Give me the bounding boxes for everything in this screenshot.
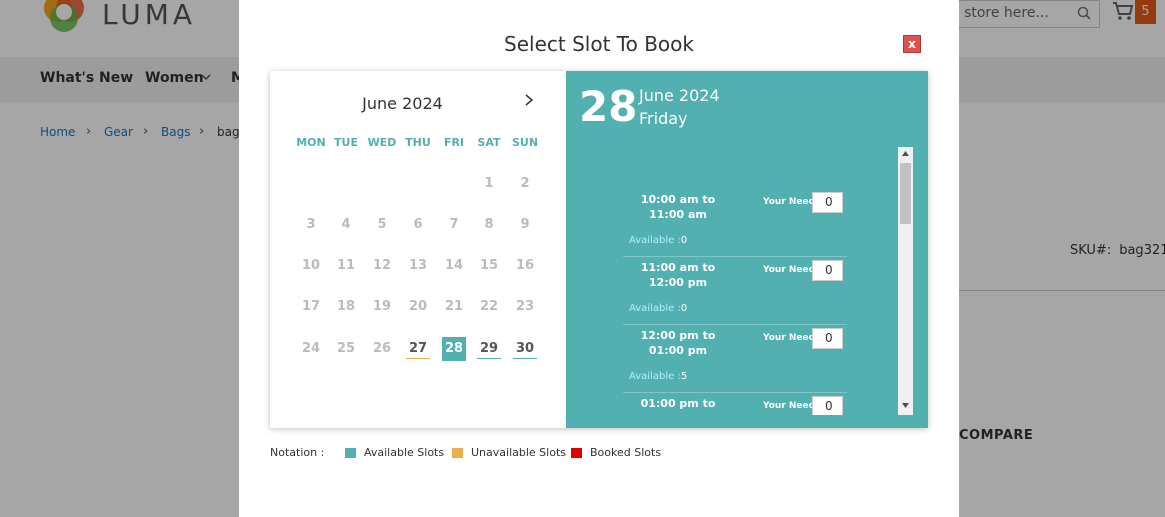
need-quantity-input[interactable]: 0 — [812, 260, 843, 281]
time-slot: 10:00 am to 11:00 am Your Need 0 Available :… — [623, 189, 847, 257]
slot-time-start: 12:00 pm to — [640, 329, 716, 342]
slot-availability: Available :0 — [629, 235, 687, 246]
weekday-label: WED — [367, 136, 397, 149]
slot-booking-modal: Select Slot To Book x June 2024 MON TUE WE… — [239, 0, 959, 517]
weekday-label: SAT — [477, 136, 501, 149]
scroll-down-arrow-icon[interactable] — [902, 403, 909, 408]
weekday-label: THU — [405, 136, 431, 149]
need-quantity-input[interactable]: 0 — [812, 328, 843, 349]
calendar-day[interactable]: 29 — [477, 337, 501, 359]
weekday-label: MON — [296, 136, 326, 149]
legend-swatch — [452, 448, 463, 458]
calendar-day: 22 — [479, 299, 499, 314]
weekday-label: SUN — [511, 136, 539, 149]
calendar-day: 12 — [372, 258, 392, 273]
calendar-day: 21 — [444, 299, 464, 314]
your-need-label: Your Need — [763, 333, 816, 343]
slot-list: 10:00 am to 11:00 am Your Need 0 Available :… — [566, 147, 896, 415]
calendar-day: 10 — [301, 258, 321, 273]
slot-time-start: 01:00 pm to — [640, 397, 716, 410]
available-count: 0 — [680, 235, 688, 246]
calendar-day: 9 — [520, 217, 530, 232]
slot-time-end: 12:00 pm — [648, 276, 708, 289]
legend-label: Available Slots — [364, 446, 445, 459]
calendar-day: 1 — [484, 176, 494, 191]
calendar-day: 20 — [408, 299, 428, 314]
weekday-label: TUE — [334, 136, 358, 149]
your-need-label: Your Need — [763, 197, 816, 207]
calendar-day: 5 — [377, 217, 387, 232]
calendar-day[interactable]: 28 — [442, 337, 466, 361]
need-quantity-input[interactable]: 0 — [812, 192, 843, 213]
available-count: 5 — [680, 371, 688, 382]
notation-label: Notation : — [270, 446, 325, 459]
scroll-up-arrow-icon[interactable] — [902, 151, 909, 156]
slot-time-start: 10:00 am to — [640, 193, 716, 206]
slot-time: 12:00 pm to 01:00 pm — [623, 328, 733, 358]
weekday-label: FRI — [443, 136, 465, 149]
selected-weekday: Friday — [639, 109, 688, 128]
calendar-day: 23 — [515, 299, 535, 314]
available-label: Available : — [629, 371, 681, 382]
calendar-day: 11 — [336, 258, 356, 273]
slot-availability: Available :0 — [629, 303, 687, 314]
calendar-day: 18 — [336, 299, 356, 314]
calendar-day[interactable]: 27 — [406, 337, 430, 359]
legend-swatch — [345, 448, 356, 458]
slot-panel: 28 June 2024 Friday 10:00 am to 11:00 am Y… — [566, 71, 928, 428]
available-label: Available : — [629, 235, 681, 246]
calendar-month-label: June 2024 — [362, 94, 443, 113]
available-label: Available : — [629, 303, 681, 314]
calendar-day: 6 — [413, 217, 423, 232]
slot-list-scrollbar[interactable] — [898, 147, 913, 415]
chevron-right-icon[interactable] — [522, 93, 536, 107]
calendar: June 2024 MON TUE WED THU FRI SAT SUN 12345678… — [270, 71, 566, 428]
calendar-day: 26 — [372, 341, 392, 356]
calendar-day: 24 — [301, 341, 321, 356]
slot-time-end: 11:00 am — [649, 208, 707, 221]
calendar-day: 2 — [520, 176, 530, 191]
legend-swatch — [571, 448, 582, 458]
your-need-label: Your Need — [763, 401, 816, 411]
selected-day-number: 28 — [579, 82, 638, 131]
calendar-day: 15 — [479, 258, 499, 273]
time-slot: 11:00 am to 12:00 pm Your Need 0 Available :… — [623, 257, 847, 325]
need-quantity-input[interactable]: 0 — [812, 396, 843, 415]
legend-label: Booked Slots — [590, 446, 662, 459]
slot-availability: Available :5 — [629, 371, 687, 382]
time-slot: 01:00 pm to Your Need 0 — [623, 393, 847, 415]
legend-label: Unavailable Slots — [471, 446, 566, 459]
calendar-day: 17 — [301, 299, 321, 314]
calendar-day: 7 — [449, 217, 459, 232]
calendar-day: 16 — [515, 258, 535, 273]
slot-time: 10:00 am to 11:00 am — [623, 192, 733, 222]
booking-widget: June 2024 MON TUE WED THU FRI SAT SUN 12345678… — [270, 71, 928, 428]
calendar-day: 14 — [444, 258, 464, 273]
available-count: 0 — [680, 303, 688, 314]
calendar-day: 4 — [341, 217, 351, 232]
calendar-day[interactable]: 30 — [513, 337, 537, 359]
calendar-day: 13 — [408, 258, 428, 273]
calendar-day: 25 — [336, 341, 356, 356]
selected-month-year: June 2024 — [639, 86, 720, 105]
slot-time-end: 01:00 pm — [648, 344, 708, 357]
your-need-label: Your Need — [763, 265, 816, 275]
slot-time-start: 11:00 am to — [640, 261, 716, 274]
close-button[interactable]: x — [903, 35, 921, 53]
calendar-day: 8 — [484, 217, 494, 232]
modal-title: Select Slot To Book — [504, 32, 694, 56]
slot-time: 11:00 am to 12:00 pm — [623, 260, 733, 290]
calendar-day: 19 — [372, 299, 392, 314]
calendar-day: 3 — [306, 217, 316, 232]
slot-time: 01:00 pm to — [623, 396, 733, 411]
time-slot: 12:00 pm to 01:00 pm Your Need 0 Available :… — [623, 325, 847, 393]
scrollbar-thumb[interactable] — [900, 163, 911, 224]
